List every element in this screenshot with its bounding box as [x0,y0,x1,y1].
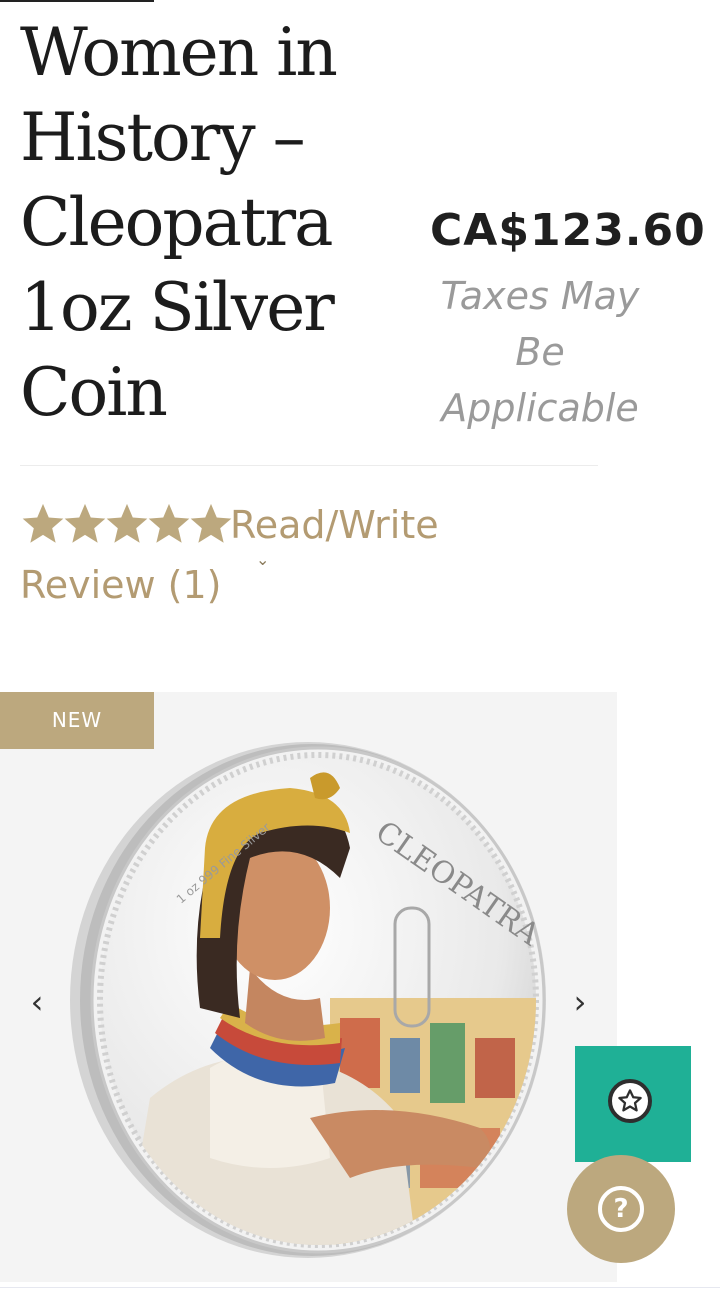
bottom-border [0,1287,720,1288]
question-mark-icon: ? [598,1186,644,1232]
product-gallery[interactable]: NEW CLEOPATRA 1 oz 999 Fine Silver ‹ › [0,692,617,1282]
star-outline-icon [618,1089,642,1112]
price-block: CA$123.60 Taxes May Be Applicable [430,200,720,436]
chevron-right-icon[interactable]: › [565,982,595,1022]
review-link-line2: Review (1) [20,563,222,607]
star-icon [104,495,148,553]
product-price: CA$123.60 [430,205,706,256]
chevron-left-icon[interactable]: ‹ [22,982,52,1022]
star-icon [20,495,64,553]
coin-image: CLEOPATRA 1 oz 999 Fine Silver [70,742,546,1258]
review-link-line1: Read/Write [230,503,439,547]
star-icon [62,495,106,553]
star-rating [20,495,232,553]
star-icon [146,495,190,553]
rating-row: Read/Write Review (1) ⌄ [20,495,520,615]
help-button[interactable]: ? [567,1155,675,1263]
chevron-down-icon[interactable]: ⌄ [256,550,269,570]
tax-note: Taxes May Be Applicable [440,274,640,430]
product-title: Women in History – Cleopatra 1oz Silver … [20,14,338,431]
reviews-widget-button[interactable] [575,1046,691,1162]
divider [20,465,598,466]
header-rule [0,0,154,2]
star-icon [188,495,232,553]
